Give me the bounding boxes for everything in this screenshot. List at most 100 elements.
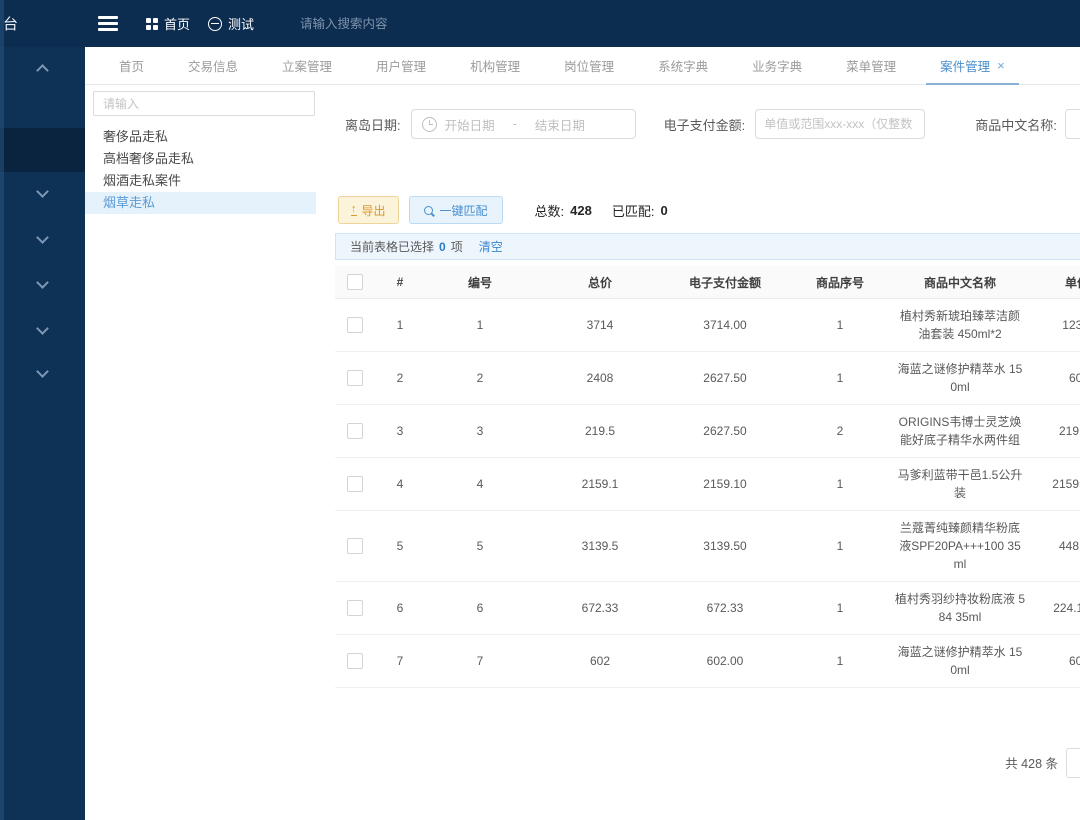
column-header: 总价 (535, 274, 665, 291)
menu-toggle-icon[interactable] (98, 13, 118, 35)
sidebar-menu-item[interactable] (0, 360, 85, 384)
sidebar-menu-item[interactable] (0, 180, 85, 204)
cell-total: 3139.5 (535, 539, 665, 553)
sidebar (0, 47, 85, 820)
tab[interactable]: 交易信息 × (166, 47, 260, 84)
tab-close-icon[interactable]: × (997, 59, 1005, 72)
tab-label: 案件管理 (940, 56, 990, 75)
table-row[interactable]: 6 6 672.33 672.33 1 植村秀羽纱持妆粉底液 584 35ml … (335, 582, 1080, 635)
sidebar-menu-item[interactable] (0, 128, 85, 172)
clear-selection-link[interactable]: 清空 (479, 238, 503, 255)
row-checkbox[interactable] (347, 476, 363, 492)
total-prefix: 总数: (535, 201, 565, 220)
nav-home[interactable]: 首页 (146, 14, 190, 33)
sidebar-menu-item[interactable] (0, 271, 85, 295)
one-click-match-button[interactable]: 一键匹配 (409, 196, 503, 224)
selection-alert-bar: 当前表格已选择 0 项 清空 (335, 233, 1080, 260)
tab-label: 系统字典 (658, 56, 708, 75)
global-search-input[interactable] (298, 16, 462, 32)
cell-index: 1 (375, 318, 425, 332)
total-count: 428 (570, 203, 592, 218)
page-size-select[interactable] (1066, 748, 1080, 778)
tree-item[interactable]: 奢侈品走私 (85, 126, 316, 148)
tab[interactable]: 岗位管理 × (542, 47, 636, 84)
tab[interactable]: 首页 × (97, 47, 166, 84)
row-checkbox-cell (335, 370, 375, 386)
row-checkbox[interactable] (347, 600, 363, 616)
tab[interactable]: 案件管理 × (918, 47, 1027, 84)
logo-text: 台 (3, 13, 18, 34)
tab[interactable]: 用户管理 × (354, 47, 448, 84)
cell-seq: 1 (785, 654, 895, 668)
clock-icon (422, 117, 437, 132)
table-row[interactable]: 8 8 1011.17 1011.17 1 卡诗菁纯亮泽经典香氛 505.58 (335, 688, 1080, 690)
sidebar-menu-item[interactable] (0, 317, 85, 341)
table-row[interactable]: 1 1 3714 3714.00 1 植村秀新琥珀臻萃洁颜油套装 450ml*2… (335, 299, 1080, 352)
cell-name: 马爹利蓝带干邑1.5公升装 (895, 458, 1025, 510)
sidebar-menu-item[interactable] (0, 57, 85, 81)
name-filter-label: 商品中文名称: (975, 115, 1057, 134)
date-end-input[interactable]: 结束日期 (535, 115, 585, 134)
tab-label: 业务字典 (752, 56, 802, 75)
tree-item[interactable]: 烟酒走私案件 (85, 170, 316, 192)
window-edge (0, 0, 4, 820)
category-tree-panel: 奢侈品走私 高档奢侈品走私 烟酒走私案件 烟草走私 (85, 85, 330, 820)
nav-test-label: 测试 (228, 14, 254, 33)
cell-epay: 602.00 (665, 654, 785, 668)
nav-test[interactable]: 测试 (208, 14, 254, 33)
main-panel: 离岛日期: 开始日期 - 结束日期 电子支付金额: 商品中文名称: ↑ 导出 一… (330, 85, 1080, 820)
tab-label: 交易信息 (188, 56, 238, 75)
export-button[interactable]: ↑ 导出 (338, 196, 399, 224)
row-checkbox-cell (335, 653, 375, 669)
epay-filter-input[interactable] (755, 109, 925, 139)
tab[interactable]: 系统字典 × (636, 47, 730, 84)
table-row[interactable]: 3 3 219.5 2627.50 2 ORIGINS韦博士灵芝焕能好底子精华水… (335, 405, 1080, 458)
tab[interactable]: 业务字典 × (730, 47, 824, 84)
date-start-input[interactable]: 开始日期 (445, 115, 495, 134)
table-row[interactable]: 4 4 2159.1 2159.10 1 马爹利蓝带干邑1.5公升装 2159.… (335, 458, 1080, 511)
tab[interactable]: 机构管理 × (448, 47, 542, 84)
row-checkbox[interactable] (347, 317, 363, 333)
selection-prefix: 当前表格已选择 (350, 238, 434, 255)
table-row[interactable]: 2 2 2408 2627.50 1 海蓝之谜修护精萃水 150ml 602 (335, 352, 1080, 405)
tab[interactable]: 菜单管理 × (824, 47, 918, 84)
cell-code: 4 (425, 477, 535, 491)
cell-index: 4 (375, 477, 425, 491)
nav-home-label: 首页 (164, 14, 190, 33)
tab[interactable]: 立案管理 × (260, 47, 354, 84)
row-checkbox[interactable] (347, 538, 363, 554)
table-row[interactable]: 7 7 602 602.00 1 海蓝之谜修护精萃水 150ml 602 (335, 635, 1080, 688)
cell-total: 602 (535, 654, 665, 668)
sidebar-menu-item[interactable] (0, 226, 85, 250)
cell-name: 卡诗菁纯亮泽经典香氛 (895, 688, 1025, 690)
cell-epay: 3714.00 (665, 318, 785, 332)
cell-epay: 2627.50 (665, 371, 785, 385)
cell-seq: 1 (785, 688, 895, 690)
name-filter-input[interactable] (1065, 109, 1080, 139)
row-checkbox-cell (335, 317, 375, 333)
row-checkbox[interactable] (347, 653, 363, 669)
tree-item[interactable]: 高档奢侈品走私 (85, 148, 316, 170)
tree-item-label: 烟草走私 (103, 195, 155, 210)
table-row[interactable]: 5 5 3139.5 3139.50 1 兰蔻菁纯臻颜精华粉底液SPF20PA+… (335, 511, 1080, 582)
select-all-checkbox[interactable] (347, 274, 363, 290)
cell-total: 3714 (535, 318, 665, 332)
chevron-icon (36, 231, 49, 244)
tree-search-input[interactable] (93, 91, 315, 116)
date-range-picker[interactable]: 开始日期 - 结束日期 (411, 109, 636, 139)
cell-code: 8 (425, 688, 535, 690)
chevron-icon (36, 276, 49, 289)
cell-code: 7 (425, 654, 535, 668)
grid-icon (146, 18, 158, 30)
date-filter-label: 离岛日期: (345, 115, 401, 134)
row-checkbox[interactable] (347, 370, 363, 386)
tree-item[interactable]: 烟草走私 (85, 192, 316, 214)
chevron-icon (36, 365, 49, 378)
pagination-footer: 共 428 条 (330, 745, 1080, 779)
row-checkbox[interactable] (347, 423, 363, 439)
minus-circle-icon (208, 17, 222, 31)
cell-index: 5 (375, 539, 425, 553)
matched-count: 0 (660, 203, 667, 218)
matched-prefix: 已匹配: (612, 201, 655, 220)
app-window: 台 首页 测试 (0, 0, 1080, 820)
